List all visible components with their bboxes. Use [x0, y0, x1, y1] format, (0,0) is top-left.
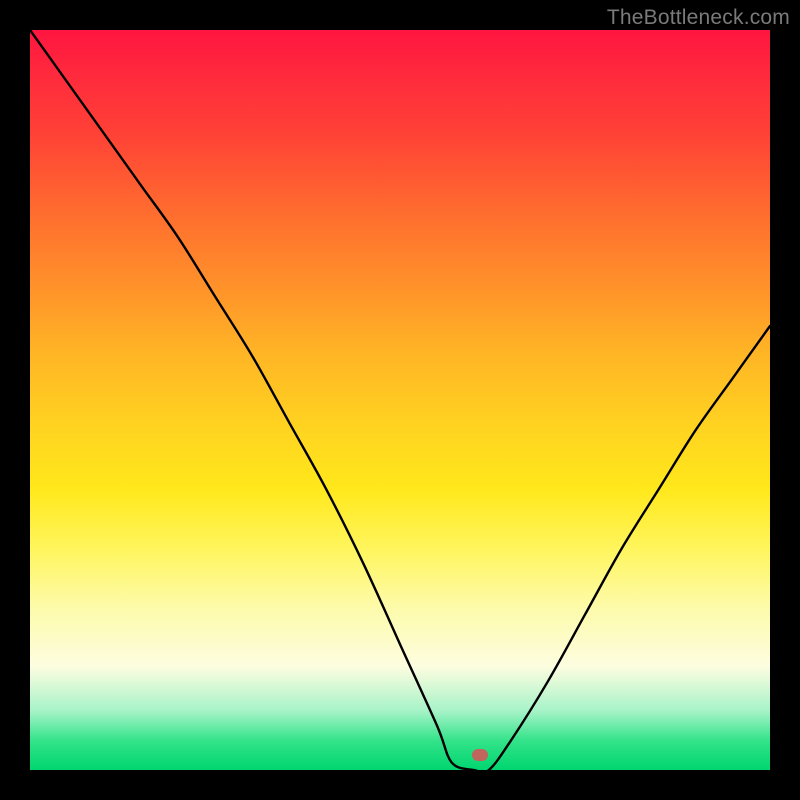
watermark-text: TheBottleneck.com: [607, 6, 790, 30]
optimum-marker: [472, 749, 488, 761]
chart-frame: TheBottleneck.com: [0, 0, 800, 800]
bottleneck-curve: [0, 0, 800, 800]
curve-path: [30, 30, 770, 772]
